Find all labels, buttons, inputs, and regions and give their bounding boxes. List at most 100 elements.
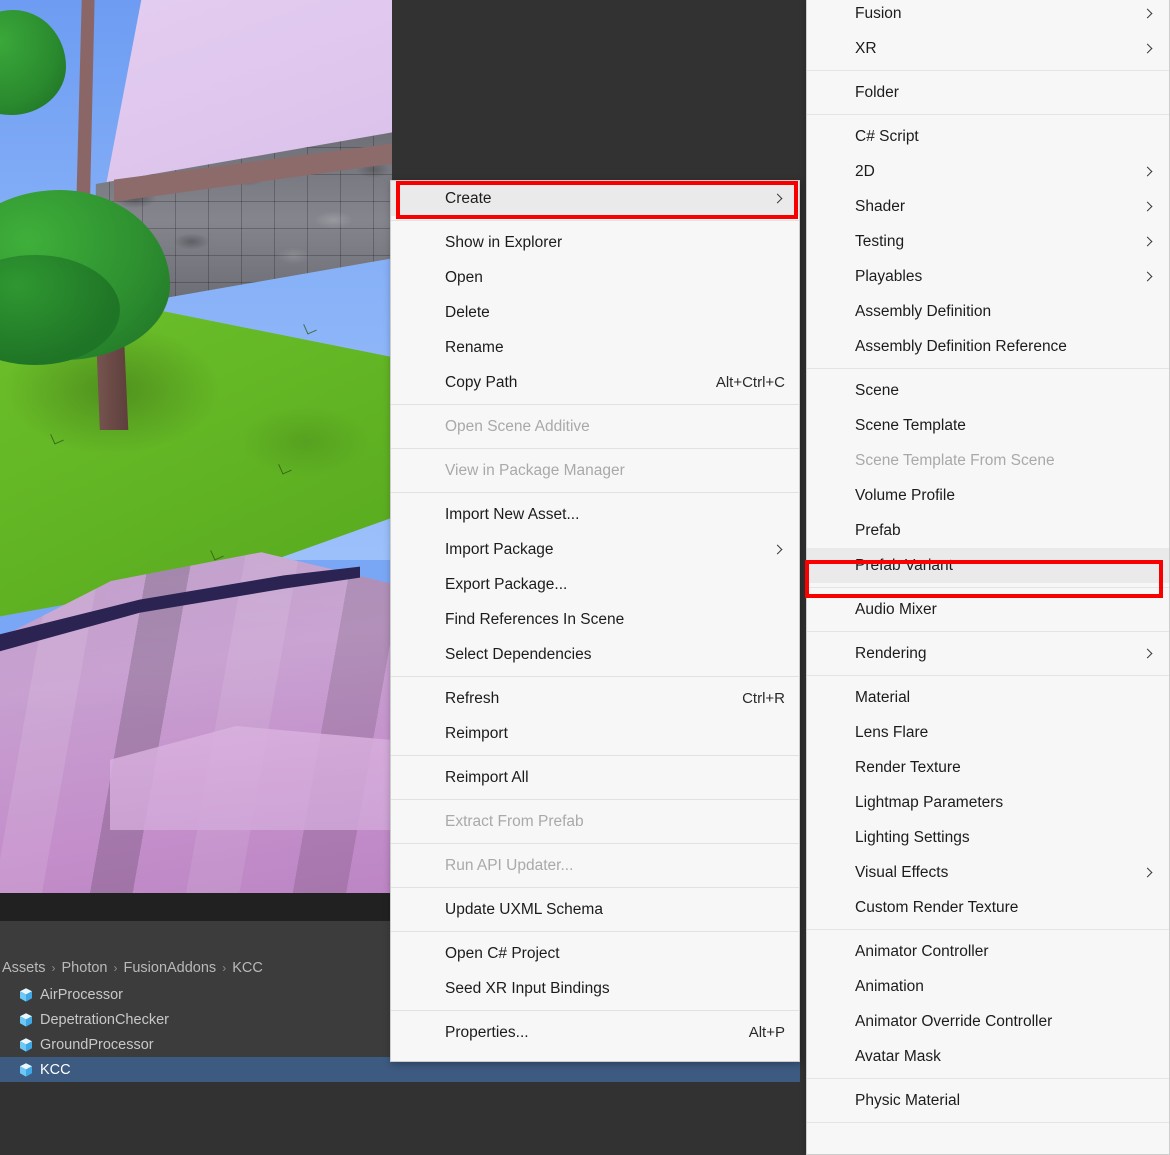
menu-item-label: XR [855, 39, 877, 57]
menu-item-label: Lighting Settings [855, 828, 970, 846]
menu-item-update-uxml-schema[interactable]: Update UXML Schema [391, 892, 799, 927]
menu-item-lens-flare[interactable]: Lens Flare [807, 715, 1169, 750]
menu-item-render-texture[interactable]: Render Texture [807, 750, 1169, 785]
breadcrumb-item-kcc[interactable]: KCC [232, 960, 263, 976]
menu-item-copy-path[interactable]: Copy Path Alt+Ctrl+C [391, 365, 799, 400]
menu-item-label: Prefab [855, 521, 901, 539]
menu-item-label: Avatar Mask [855, 1047, 941, 1065]
menu-item-audio-mixer[interactable]: Audio Mixer [807, 592, 1169, 627]
menu-item-shortcut: Alt+P [748, 1024, 785, 1041]
menu-separator [391, 676, 799, 677]
breadcrumb-item-fusionaddons[interactable]: FusionAddons [123, 960, 216, 976]
menu-item-volume-profile[interactable]: Volume Profile [807, 478, 1169, 513]
menu-item-properties[interactable]: Properties... Alt+P [391, 1015, 799, 1050]
menu-separator [391, 843, 799, 844]
menu-separator [391, 492, 799, 493]
menu-separator [391, 220, 799, 221]
menu-separator [391, 1010, 799, 1011]
menu-item-assembly-definition[interactable]: Assembly Definition [807, 294, 1169, 329]
menu-item-label: Volume Profile [855, 486, 955, 504]
menu-item-lightmap-parameters[interactable]: Lightmap Parameters [807, 785, 1169, 820]
menu-item-custom-render-texture[interactable]: Custom Render Texture [807, 890, 1169, 925]
menu-item-label: Prefab Variant [855, 556, 953, 574]
menu-item-visual-effects[interactable]: Visual Effects [807, 855, 1169, 890]
menu-item-animator-override-controller[interactable]: Animator Override Controller [807, 1004, 1169, 1039]
menu-item-label: Playables [855, 267, 923, 285]
menu-item-rename[interactable]: Rename [391, 330, 799, 365]
menu-item-open-scene-additive: Open Scene Additive [391, 409, 799, 444]
menu-item-folder[interactable]: Folder [807, 75, 1169, 110]
menu-item-label: Create [445, 189, 492, 207]
menu-item-lighting-settings[interactable]: Lighting Settings [807, 820, 1169, 855]
menu-item-avatar-mask[interactable]: Avatar Mask [807, 1039, 1169, 1074]
menu-item-label: Render Texture [855, 758, 961, 776]
menu-item-label: Refresh [445, 689, 500, 707]
menu-item-label: Fusion [855, 4, 902, 22]
menu-item-c-script[interactable]: C# Script [807, 119, 1169, 154]
project-panel-toolbar[interactable] [0, 921, 392, 954]
menu-item-label: Assembly Definition Reference [855, 337, 1067, 355]
menu-item-label: Import Package [445, 540, 554, 558]
menu-item-label: Folder [855, 83, 899, 101]
menu-separator [807, 1078, 1169, 1079]
chevron-right-icon [1143, 271, 1155, 283]
menu-item-fusion[interactable]: Fusion [807, 0, 1169, 31]
scene-view[interactable] [0, 0, 392, 893]
menu-item-import-package[interactable]: Import Package [391, 532, 799, 567]
menu-item-reimport-all[interactable]: Reimport All [391, 760, 799, 795]
asset-name-label: GroundProcessor [40, 1036, 154, 1053]
menu-item-scene[interactable]: Scene [807, 373, 1169, 408]
menu-item-label: Shader [855, 197, 905, 215]
menu-item-label: Reimport [445, 724, 508, 742]
menu-separator [391, 755, 799, 756]
menu-item-open[interactable]: Open [391, 260, 799, 295]
breadcrumb-item-photon[interactable]: Photon [62, 960, 108, 976]
menu-item-label: Lightmap Parameters [855, 793, 1004, 811]
menu-item-select-dependencies[interactable]: Select Dependencies [391, 637, 799, 672]
menu-item-seed-xr-input-bindings[interactable]: Seed XR Input Bindings [391, 971, 799, 1006]
menu-item-physic-material[interactable]: Physic Material [807, 1083, 1169, 1118]
menu-item-testing[interactable]: Testing [807, 224, 1169, 259]
menu-item-prefab-variant[interactable]: Prefab Variant [807, 548, 1169, 583]
menu-item-show-in-explorer[interactable]: Show in Explorer [391, 225, 799, 260]
menu-item-animator-controller[interactable]: Animator Controller [807, 934, 1169, 969]
menu-item-scene-template[interactable]: Scene Template [807, 408, 1169, 443]
menu-item-xr[interactable]: XR [807, 31, 1169, 66]
menu-item-label: Animation [855, 977, 924, 995]
create-submenu[interactable]: Fusion XR Folder C# Script 2D Shader Testing Pl… [806, 0, 1170, 1155]
menu-item-label: Visual Effects [855, 863, 949, 881]
menu-item-find-references-in-scene[interactable]: Find References In Scene [391, 602, 799, 637]
menu-separator [391, 931, 799, 932]
menu-item-animation[interactable]: Animation [807, 969, 1169, 1004]
menu-item-prefab[interactable]: Prefab [807, 513, 1169, 548]
menu-item-label: Scene [855, 381, 899, 399]
scene-view-bottom-bar [0, 893, 392, 921]
menu-item-label: Delete [445, 303, 490, 321]
menu-item-assembly-definition-reference[interactable]: Assembly Definition Reference [807, 329, 1169, 364]
menu-separator [807, 587, 1169, 588]
menu-item-import-new-asset[interactable]: Import New Asset... [391, 497, 799, 532]
menu-item-label: Animator Override Controller [855, 1012, 1053, 1030]
menu-item-label: Open [445, 268, 483, 286]
menu-item-playables[interactable]: Playables [807, 259, 1169, 294]
menu-item-rendering[interactable]: Rendering [807, 636, 1169, 671]
menu-item-create[interactable]: Create [391, 181, 799, 216]
menu-item-material[interactable]: Material [807, 680, 1169, 715]
menu-item-label: Open C# Project [445, 944, 560, 962]
prefab-cube-icon [20, 1012, 32, 1027]
menu-item-label: View in Package Manager [445, 461, 625, 479]
menu-item-reimport[interactable]: Reimport [391, 716, 799, 751]
asset-context-menu[interactable]: Create Show in Explorer Open Delete Rename Co… [390, 180, 800, 1062]
menu-item-delete[interactable]: Delete [391, 295, 799, 330]
chevron-right-icon [1143, 166, 1155, 178]
menu-item-2d[interactable]: 2D [807, 154, 1169, 189]
menu-item-open-c-project[interactable]: Open C# Project [391, 936, 799, 971]
chevron-right-icon [1143, 236, 1155, 248]
menu-item-export-package[interactable]: Export Package... [391, 567, 799, 602]
menu-item-shader[interactable]: Shader [807, 189, 1169, 224]
menu-item-view-in-package-manager: View in Package Manager [391, 453, 799, 488]
menu-item-refresh[interactable]: Refresh Ctrl+R [391, 681, 799, 716]
menu-item-label: Custom Render Texture [855, 898, 1019, 916]
breadcrumb-item-assets[interactable]: Assets [2, 960, 46, 976]
breadcrumb[interactable]: Assets › Photon › FusionAddons › KCC [0, 954, 392, 982]
